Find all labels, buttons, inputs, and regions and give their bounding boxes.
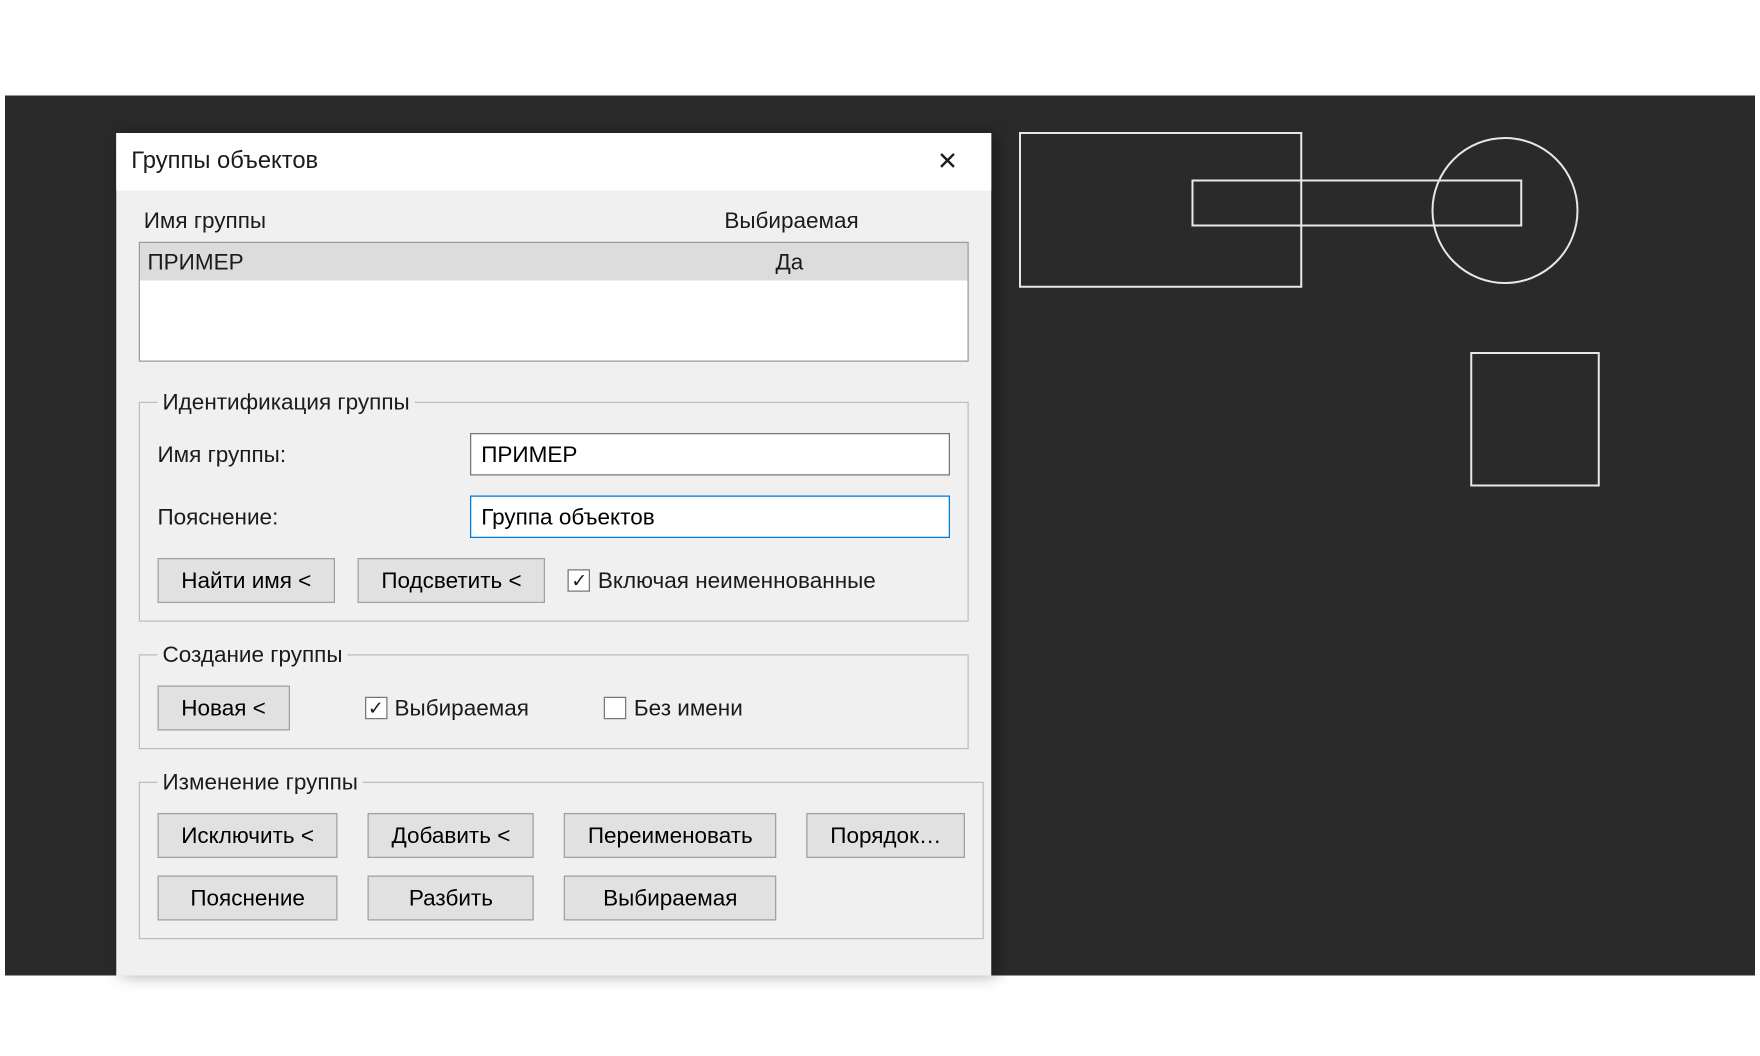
close-icon[interactable]: ✕: [919, 133, 977, 191]
groups-list-row-selectable: Да: [619, 249, 960, 275]
cad-rect-large: [1020, 133, 1301, 287]
checkbox-selectable[interactable]: Выбираемая: [365, 695, 529, 721]
cad-rect-small: [1471, 353, 1599, 486]
checkbox-selectable-label: Выбираемая: [395, 695, 529, 721]
selectable-button[interactable]: Выбираемая: [564, 876, 776, 921]
page-top-whitespace: [5, 8, 1755, 96]
checkbox-unnamed-label: Без имени: [634, 695, 743, 721]
fieldset-identification: Идентификация группы Имя группы: Пояснен…: [139, 389, 969, 622]
checkbox-include-unnamed-label: Включая неименнованные: [598, 567, 876, 593]
fieldset-create-legend: Создание группы: [158, 642, 348, 668]
find-name-button[interactable]: Найти имя <: [158, 558, 336, 603]
dialog-title: Группы объектов: [131, 148, 919, 176]
groups-list[interactable]: ПРИМЕР Да: [139, 242, 969, 362]
groups-list-header-selectable: Выбираемая: [619, 208, 963, 234]
check-icon: [568, 569, 591, 592]
fieldset-create: Создание группы Новая < Выбираемая Без и…: [139, 642, 969, 750]
dialog-titlebar: Группы объектов ✕: [116, 133, 991, 191]
input-group-name[interactable]: [470, 433, 950, 476]
description-button[interactable]: Пояснение: [158, 876, 338, 921]
input-description[interactable]: [470, 496, 950, 539]
groups-list-row[interactable]: ПРИМЕР Да: [140, 243, 968, 281]
rename-button[interactable]: Переименовать: [564, 813, 776, 858]
order-button[interactable]: Порядок…: [807, 813, 966, 858]
fieldset-identification-legend: Идентификация группы: [158, 389, 415, 415]
groups-list-area: Имя группы Выбираемая ПРИМЕР Да: [116, 191, 991, 370]
remove-button[interactable]: Исключить <: [158, 813, 338, 858]
groups-list-header-row: Имя группы Выбираемая: [139, 208, 969, 242]
checkbox-include-unnamed[interactable]: Включая неименнованные: [568, 567, 876, 593]
object-groups-dialog: Группы объектов ✕ Имя группы Выбираемая …: [116, 133, 991, 976]
label-group-name: Имя группы:: [158, 441, 471, 467]
groups-list-row-name: ПРИМЕР: [148, 249, 619, 275]
cad-circle: [1433, 138, 1578, 283]
check-icon: [365, 697, 388, 720]
label-description: Пояснение:: [158, 504, 471, 530]
add-button[interactable]: Добавить <: [368, 813, 534, 858]
new-group-button[interactable]: Новая <: [158, 686, 290, 731]
checkbox-unnamed[interactable]: Без имени: [604, 695, 743, 721]
explode-button[interactable]: Разбить: [368, 876, 534, 921]
fieldset-edit: Изменение группы Исключить < Добавить < …: [139, 769, 984, 939]
highlight-button[interactable]: Подсветить <: [358, 558, 546, 603]
groups-list-header-name: Имя группы: [144, 208, 620, 234]
cad-rect-long: [1193, 181, 1522, 226]
fieldset-edit-legend: Изменение группы: [158, 769, 363, 795]
checkbox-box-icon: [604, 697, 627, 720]
